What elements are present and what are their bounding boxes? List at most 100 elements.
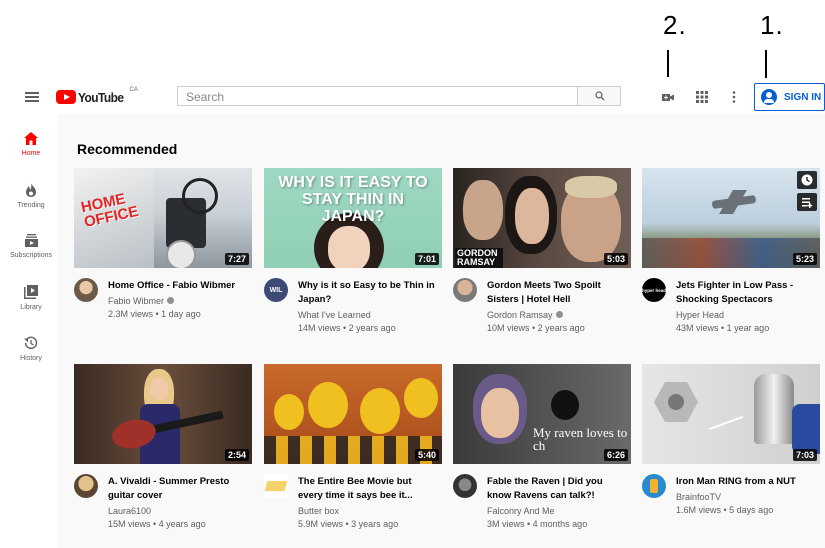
channel-name[interactable]: Butter box <box>298 506 339 516</box>
channel-avatar-text: hyper head <box>642 287 667 293</box>
logo-country: CA <box>129 87 138 93</box>
duration-badge: 5:23 <box>792 253 817 265</box>
annotation-label-2: 2. <box>663 10 687 40</box>
video-thumbnail[interactable]: 5:23 <box>642 168 820 268</box>
sign-in-label: SIGN IN <box>784 91 822 103</box>
channel-name[interactable]: BrainfooTV <box>676 492 721 502</box>
video-card: 7:03 Iron Man RING from a NUT BrainfooTV… <box>642 364 822 534</box>
video-title[interactable]: Home Office - Fabio Wibmer <box>108 279 248 293</box>
video-title[interactable]: Gordon Meets Two Spoilt Sisters | Hotel … <box>487 279 627 307</box>
video-card: GORDON RAMSAY 5:03 Gordon Meets Two Spoi… <box>453 168 633 338</box>
sidebar-item-label: History <box>20 355 42 362</box>
sidebar-item-label: Subscriptions <box>9 252 53 259</box>
youtube-logo[interactable]: YouTube CA <box>56 87 138 105</box>
sidebar-item-trending[interactable]: Trending <box>0 183 62 209</box>
video-thumbnail[interactable]: WHY IS IT EASY TO STAY THIN IN JAPAN? 7:… <box>264 168 442 268</box>
apps-grid-icon[interactable] <box>695 90 709 104</box>
sign-in-button[interactable]: SIGN IN <box>754 83 825 111</box>
video-thumbnail[interactable]: 7:03 <box>642 364 820 464</box>
channel-avatar[interactable] <box>453 474 477 498</box>
channel-name-text: BrainfooTV <box>676 492 722 502</box>
video-card: 5:40 The Entire Bee Movie but every time… <box>264 364 444 534</box>
video-views: 10M views • 2 years ago <box>487 323 585 333</box>
video-thumbnail[interactable]: GORDON RAMSAY 5:03 <box>453 168 631 268</box>
video-meta: Home Office - Fabio Wibmer Fabio Wibmer … <box>74 278 254 338</box>
verified-icon <box>555 311 563 318</box>
channel-name[interactable]: What I've Learned <box>298 310 371 320</box>
channel-name[interactable]: Falconry And Me <box>487 506 555 516</box>
channel-avatar[interactable]: hyper head <box>642 278 666 302</box>
search-input[interactable]: Search <box>177 86 577 106</box>
duration-badge: 7:01 <box>414 253 439 265</box>
duration-badge: 7:03 <box>792 449 817 461</box>
video-card: 5:23 hyper head Jets Fighter in Low Pass… <box>642 168 822 338</box>
channel-name[interactable]: Gordon Ramsay <box>487 310 563 320</box>
video-meta: Iron Man RING from a NUT BrainfooTV 1.6M… <box>642 474 822 534</box>
channel-avatar[interactable] <box>74 474 98 498</box>
video-meta: Gordon Meets Two Spoilt Sisters | Hotel … <box>453 278 633 338</box>
video-meta: The Entire Bee Movie but every time it s… <box>264 474 444 534</box>
settings-more-icon[interactable] <box>727 90 741 104</box>
menu-icon[interactable] <box>25 92 39 102</box>
duration-badge: 5:03 <box>603 253 628 265</box>
video-title[interactable]: A. Vivaldi - Summer Presto guitar cover <box>108 475 248 503</box>
sidebar-item-library[interactable]: Library <box>0 285 62 311</box>
duration-badge: 2:54 <box>224 449 249 461</box>
video-card: 2:54 A. Vivaldi - Summer Presto guitar c… <box>74 364 254 534</box>
play-logo-icon <box>56 90 76 104</box>
video-views: 1.6M views • 5 days ago <box>676 505 774 515</box>
sidebar-item-history[interactable]: History <box>0 336 62 362</box>
sidebar-item-label: Trending <box>17 202 45 209</box>
sidebar-item-label: Library <box>20 304 42 311</box>
create-video-icon[interactable] <box>661 90 675 104</box>
channel-avatar[interactable] <box>642 474 666 498</box>
video-card: HOME OFFICE 7:27 Home Office - Fabio Wib… <box>74 168 254 338</box>
video-title[interactable]: Fable the Raven | Did you know Ravens ca… <box>487 475 627 503</box>
video-views: 15M views • 4 years ago <box>108 519 206 529</box>
annotation-line-2 <box>667 50 669 77</box>
sidebar-item-label: Home <box>21 150 41 157</box>
channel-name[interactable]: Fabio Wibmer <box>108 296 175 306</box>
annotation-line-1 <box>765 50 767 78</box>
video-thumbnail[interactable]: HOME OFFICE 7:27 <box>74 168 252 268</box>
video-thumbnail[interactable]: 5:40 <box>264 364 442 464</box>
logo-text: YouTube <box>78 89 124 105</box>
top-bar: YouTube CA Search SIGN IN <box>0 80 825 114</box>
account-icon <box>761 89 777 105</box>
channel-avatar[interactable] <box>453 278 477 302</box>
library-icon <box>24 285 38 299</box>
video-meta: A. Vivaldi - Summer Presto guitar cover … <box>74 474 254 534</box>
video-title[interactable]: Jets Fighter in Low Pass - Shocking Spec… <box>676 279 816 307</box>
video-meta: Fable the Raven | Did you know Ravens ca… <box>453 474 633 534</box>
search-button[interactable] <box>577 86 621 106</box>
video-title[interactable]: Why is it so Easy to be Thin in Japan? <box>298 279 438 307</box>
main-content: Recommended HOME OFFICE 7:27 Home Office… <box>58 114 825 548</box>
watch-later-icon[interactable] <box>797 171 817 189</box>
section-title: Recommended <box>77 141 178 157</box>
sidebar: Home Trending Subscriptions Library Hist… <box>0 114 62 548</box>
flame-icon <box>26 183 36 197</box>
video-thumbnail[interactable]: 2:54 <box>74 364 252 464</box>
channel-name[interactable]: Hyper Head <box>676 310 724 320</box>
channel-name-text: Hyper Head <box>676 310 725 320</box>
sidebar-item-home[interactable]: Home <box>0 132 62 157</box>
video-title[interactable]: The Entire Bee Movie but every time it s… <box>298 475 438 503</box>
video-thumbnail[interactable]: My raven loves to ch 6:26 <box>453 364 631 464</box>
video-views: 2.3M views • 1 day ago <box>108 309 201 319</box>
video-title[interactable]: Iron Man RING from a NUT <box>676 475 816 489</box>
video-card: My raven loves to ch 6:26 Fable the Rave… <box>453 364 633 534</box>
channel-avatar[interactable]: WIL <box>264 278 288 302</box>
channel-name-text: Gordon Ramsay <box>487 310 553 320</box>
duration-badge: 6:26 <box>603 449 628 461</box>
search-icon <box>595 91 605 101</box>
video-views: 5.9M views • 3 years ago <box>298 519 399 529</box>
subscriptions-icon <box>24 234 38 247</box>
channel-avatar[interactable] <box>264 474 288 498</box>
channel-avatar[interactable] <box>74 278 98 302</box>
video-views: 3M views • 4 months ago <box>487 519 588 529</box>
video-card: WHY IS IT EASY TO STAY THIN IN JAPAN? 7:… <box>264 168 444 338</box>
channel-name-text: Laura6100 <box>108 506 152 516</box>
channel-name[interactable]: Laura6100 <box>108 506 151 516</box>
sidebar-item-subscriptions[interactable]: Subscriptions <box>0 234 62 259</box>
add-to-queue-icon[interactable] <box>797 193 817 211</box>
